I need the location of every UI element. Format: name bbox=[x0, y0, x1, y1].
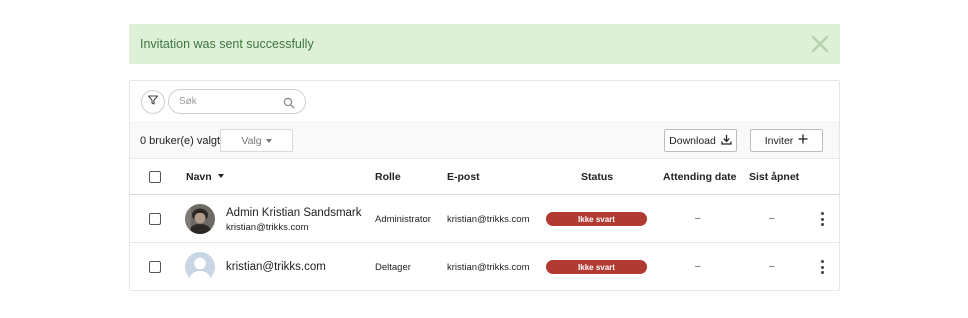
attending-date: – bbox=[695, 261, 701, 272]
status-badge: Ikke svart bbox=[546, 212, 647, 226]
attending-date: – bbox=[695, 213, 701, 224]
users-panel: 0 bruker(e) valgt Valg Download Inviter bbox=[129, 80, 840, 291]
search-input[interactable] bbox=[179, 96, 279, 107]
user-role: Administrator bbox=[375, 214, 431, 225]
user-email-sub: kristian@trikks.com bbox=[226, 222, 309, 233]
invite-label: Inviter bbox=[764, 134, 794, 147]
column-name[interactable]: Navn bbox=[186, 171, 224, 183]
user-name: Admin Kristian Sandsmark bbox=[226, 207, 362, 219]
avatar bbox=[185, 252, 215, 282]
status-badge: Ikke svart bbox=[546, 260, 647, 274]
row-checkbox[interactable] bbox=[149, 213, 161, 225]
user-role: Deltager bbox=[375, 262, 411, 273]
close-icon[interactable] bbox=[810, 34, 830, 54]
column-email: E-post bbox=[447, 171, 480, 183]
search-box bbox=[168, 89, 306, 114]
selected-count: 0 bruker(e) valgt bbox=[140, 135, 221, 147]
filter-icon bbox=[147, 93, 159, 111]
table-row[interactable]: kristian@trikks.com Deltager kristian@tr… bbox=[130, 243, 839, 291]
column-role: Rolle bbox=[375, 171, 401, 183]
more-options-icon[interactable] bbox=[818, 211, 826, 227]
plus-icon bbox=[798, 134, 808, 147]
download-button[interactable]: Download bbox=[664, 129, 737, 152]
user-name: kristian@trikks.com bbox=[226, 261, 326, 273]
user-email: kristian@trikks.com bbox=[447, 262, 530, 273]
sort-down-icon bbox=[217, 174, 224, 178]
column-attending-date: Attending date bbox=[663, 171, 737, 183]
download-label: Download bbox=[669, 134, 716, 147]
column-last-opened: Sist åpnet bbox=[749, 171, 800, 183]
table-row[interactable]: Admin Kristian Sandsmark kristian@trikks… bbox=[130, 195, 839, 243]
valg-dropdown[interactable]: Valg bbox=[220, 129, 293, 152]
more-options-icon[interactable] bbox=[818, 259, 826, 275]
last-opened: – bbox=[769, 261, 775, 272]
success-alert: Invitation was sent successfully bbox=[129, 24, 840, 64]
caret-down-icon bbox=[265, 138, 272, 143]
last-opened: – bbox=[769, 213, 775, 224]
alert-message: Invitation was sent successfully bbox=[140, 37, 314, 51]
download-icon bbox=[721, 134, 732, 148]
user-email: kristian@trikks.com bbox=[447, 214, 530, 225]
column-name-label: Navn bbox=[186, 171, 212, 183]
table-header: Navn Rolle E-post Status Attending date … bbox=[130, 159, 839, 195]
filter-button[interactable] bbox=[141, 90, 165, 114]
bulk-toolbar: 0 bruker(e) valgt Valg Download Inviter bbox=[130, 122, 839, 159]
select-all-checkbox[interactable] bbox=[149, 171, 161, 183]
column-status: Status bbox=[581, 171, 614, 183]
avatar bbox=[185, 204, 215, 234]
search-icon[interactable] bbox=[283, 96, 295, 114]
valg-label: Valg bbox=[241, 134, 262, 147]
row-checkbox[interactable] bbox=[149, 261, 161, 273]
invite-button[interactable]: Inviter bbox=[750, 129, 823, 152]
